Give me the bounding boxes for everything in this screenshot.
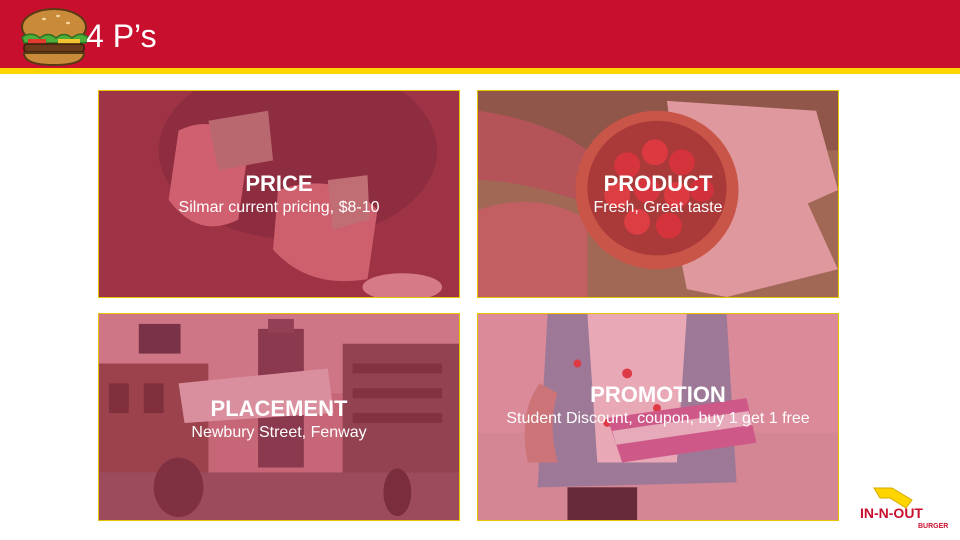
in-n-out-logo: IN-N-OUT BURGER [860, 487, 948, 530]
header-stripe [0, 68, 960, 74]
card-description: Fresh, Great taste [593, 199, 723, 216]
card-description: Newbury Street, Fenway [191, 424, 367, 441]
card-price: PRICE Silmar current pricing, $8-10 [98, 90, 460, 298]
card-description: Student Discount, coupon, buy 1 get 1 fr… [506, 410, 810, 427]
card-title: PLACEMENT [210, 396, 348, 421]
card-promotion: PROMOTION Student Discount, coupon, buy … [477, 313, 839, 521]
card-title: PROMOTION [590, 382, 726, 407]
logo-brand-text: IN-N-OUT [860, 505, 923, 521]
card-placement: PLACEMENT Newbury Street, Fenway [98, 313, 460, 521]
logo-sub-text: BURGER [918, 523, 948, 530]
card-title: PRODUCT [603, 171, 713, 196]
card-description: Silmar current pricing, $8-10 [178, 199, 380, 216]
card-product: PRODUCT Fresh, Great taste [477, 90, 839, 298]
burger-icon [21, 8, 89, 67]
page-title: 4 P’s [86, 18, 157, 54]
card-title: PRICE [245, 171, 313, 196]
